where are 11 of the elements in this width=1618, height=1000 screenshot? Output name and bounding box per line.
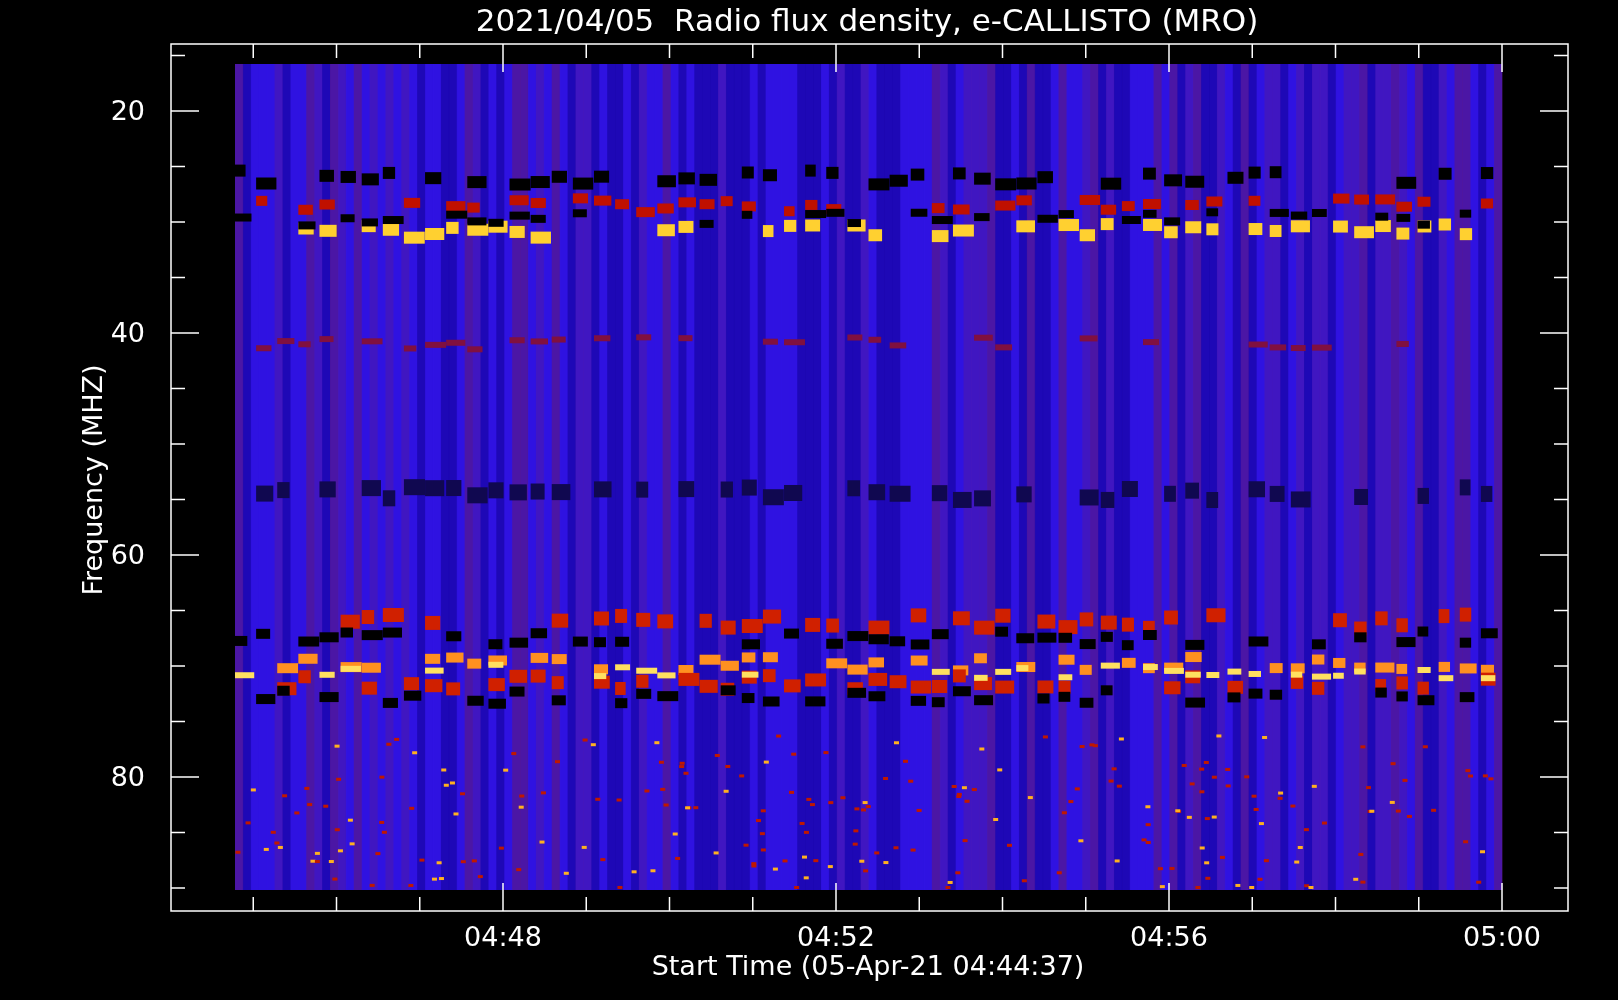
chart-title: 2021/04/05 Radio flux density, e-CALLISTO (MRO) xyxy=(475,2,1259,38)
x-tick-label: 04:48 xyxy=(464,921,542,952)
y-tick-label: 80 xyxy=(110,761,145,792)
x-tick-label: 04:52 xyxy=(797,921,875,952)
y-tick-label: 40 xyxy=(110,317,145,348)
y-axis-label: Frequency (MHZ) xyxy=(77,364,108,596)
x-tick-label: 04:56 xyxy=(1130,921,1208,952)
y-tick-label: 20 xyxy=(110,95,145,126)
x-tick-label: 05:00 xyxy=(1463,921,1541,952)
y-tick-label: 60 xyxy=(110,539,145,570)
x-axis-label: Start Time (05-Apr-21 04:44:37) xyxy=(651,950,1085,981)
